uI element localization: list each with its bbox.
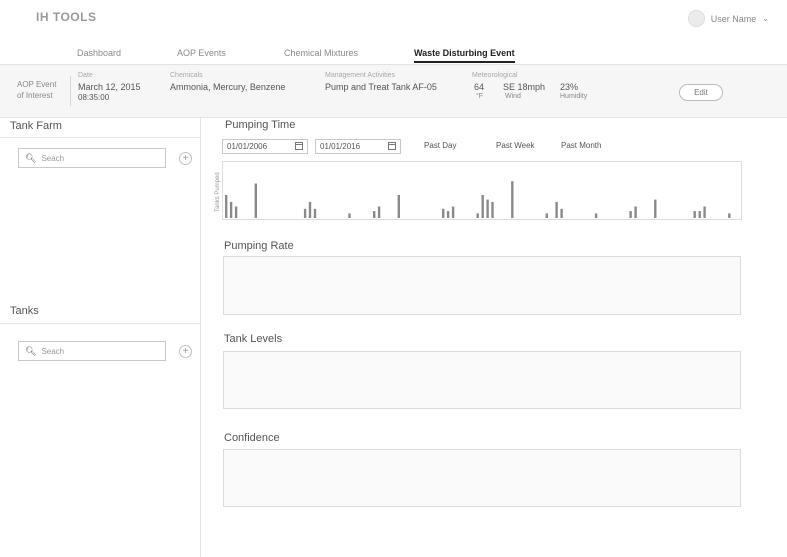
tank-farm-search-placeholder: Seach bbox=[41, 154, 65, 163]
end-date-value: 01/01/2016 bbox=[320, 142, 361, 151]
chart-bar bbox=[234, 206, 238, 218]
chart-bar bbox=[511, 181, 514, 218]
chart-y-axis-label: Tanks Pumped bbox=[215, 172, 221, 212]
tab-dashboard[interactable]: Dashboard bbox=[77, 48, 121, 58]
range-past-month[interactable]: Past Month bbox=[561, 141, 601, 150]
chart-bar bbox=[703, 206, 706, 218]
time-value: 08:35:00 bbox=[78, 93, 110, 102]
chart-bar bbox=[373, 211, 376, 218]
divider bbox=[0, 137, 200, 138]
pumping-rate-chart bbox=[223, 256, 741, 315]
user-name: User Name bbox=[710, 13, 757, 24]
chart-bar bbox=[451, 206, 455, 218]
tanks-title: Tanks bbox=[10, 305, 39, 317]
add-tank-farm-icon[interactable]: + bbox=[179, 152, 192, 165]
date-label: Date bbox=[78, 72, 93, 79]
start-date-value: 01/01/2006 bbox=[227, 142, 268, 151]
user-menu[interactable]: User Name ⌄ bbox=[687, 10, 769, 27]
chart-bar bbox=[594, 213, 598, 218]
search-icon: 🔍︎ bbox=[25, 153, 37, 163]
aop-line-2: of Interest bbox=[17, 91, 53, 100]
chart-bar bbox=[254, 183, 257, 218]
app-brand: IH TOOLS bbox=[36, 10, 97, 24]
tank-levels-title: Tank Levels bbox=[224, 333, 283, 345]
tanks-search-placeholder: Seach bbox=[41, 347, 65, 356]
chart-bar bbox=[303, 208, 307, 218]
tank-levels-chart bbox=[223, 351, 741, 409]
event-info-bar: AOP Event of Interest Date March 12, 201… bbox=[0, 65, 787, 118]
chart-bar bbox=[698, 211, 701, 218]
temperature-value: 64 bbox=[474, 82, 485, 92]
tab-waste-disturbing-event[interactable]: Waste Disturbing Event bbox=[414, 48, 515, 63]
chemicals-value: Ammonia, Mercury, Benzene bbox=[170, 82, 286, 92]
management-activities-value: Pump and Treat Tank AF-05 bbox=[325, 82, 437, 92]
humidity-value: 23% bbox=[560, 82, 579, 92]
chart-bar bbox=[560, 208, 563, 218]
divider bbox=[70, 76, 71, 106]
tank-farm-title: Tank Farm bbox=[10, 120, 62, 132]
chart-bar bbox=[308, 201, 312, 218]
divider bbox=[0, 323, 200, 324]
chart-bar bbox=[728, 213, 731, 218]
temperature-unit: °F bbox=[476, 93, 484, 100]
humidity-label: Humidity bbox=[560, 93, 588, 100]
aop-line-1: AOP Event bbox=[17, 80, 57, 89]
chart-bar bbox=[481, 195, 484, 218]
chart-bar bbox=[377, 206, 381, 218]
chart-bar bbox=[476, 213, 479, 218]
pumping-time-bars bbox=[225, 181, 731, 218]
tank-farm-search-input[interactable]: 🔍︎ Seach bbox=[18, 148, 166, 168]
management-activities-label: Management Activities bbox=[325, 72, 396, 79]
chart-bar bbox=[397, 195, 400, 218]
tab-chemical-mixtures[interactable]: Chemical Mixtures bbox=[284, 48, 358, 58]
pumping-time-chart: Tanks Pumped bbox=[215, 161, 742, 220]
end-date-input[interactable]: 01/01/2016 bbox=[315, 139, 401, 154]
chart-bar bbox=[629, 211, 632, 218]
chart-bar bbox=[486, 199, 489, 218]
chart-bar bbox=[654, 199, 657, 218]
chevron-down-icon: ⌄ bbox=[762, 14, 769, 23]
calendar-icon[interactable] bbox=[295, 142, 303, 150]
range-past-week[interactable]: Past Week bbox=[496, 141, 535, 150]
start-date-input[interactable]: 01/01/2006 bbox=[222, 139, 308, 154]
chart-bar bbox=[225, 195, 228, 218]
chart-bar bbox=[348, 213, 351, 218]
chart-bar bbox=[555, 201, 558, 218]
main-nav: Dashboard AOP Events Chemical Mixtures W… bbox=[0, 40, 787, 65]
pumping-rate-title: Pumping Rate bbox=[224, 240, 294, 252]
pumping-time-title: Pumping Time bbox=[225, 119, 296, 131]
confidence-title: Confidence bbox=[224, 432, 280, 444]
calendar-icon[interactable] bbox=[388, 142, 396, 150]
aop-event-label: AOP Event of Interest bbox=[17, 79, 56, 101]
chart-bar bbox=[491, 201, 494, 218]
chart-bar bbox=[313, 208, 317, 218]
left-panel: Tank Farm 🔍︎ Seach + Tanks 🔍︎ Seach + bbox=[0, 117, 201, 557]
search-icon: 🔍︎ bbox=[25, 346, 37, 356]
chart-bar bbox=[442, 208, 445, 218]
confidence-chart bbox=[223, 449, 741, 507]
wind-label: Wind bbox=[505, 93, 521, 100]
chart-bar bbox=[446, 211, 450, 218]
tanks-search-input[interactable]: 🔍︎ Seach bbox=[18, 341, 166, 361]
chart-bar bbox=[634, 206, 637, 218]
chart-bar bbox=[229, 201, 233, 218]
meteorological-label: Meteorological bbox=[472, 72, 518, 79]
date-value: March 12, 2015 bbox=[78, 82, 141, 92]
wind-value: SE 18mph bbox=[503, 82, 546, 92]
avatar bbox=[687, 10, 705, 27]
tab-aop-events[interactable]: AOP Events bbox=[177, 48, 226, 58]
chart-bar bbox=[693, 211, 696, 218]
range-past-day[interactable]: Past Day bbox=[424, 141, 456, 150]
chemicals-label: Chemicals bbox=[170, 72, 203, 79]
edit-button[interactable]: Edit bbox=[679, 84, 723, 101]
chart-bar bbox=[545, 213, 548, 218]
add-tank-icon[interactable]: + bbox=[179, 345, 192, 358]
